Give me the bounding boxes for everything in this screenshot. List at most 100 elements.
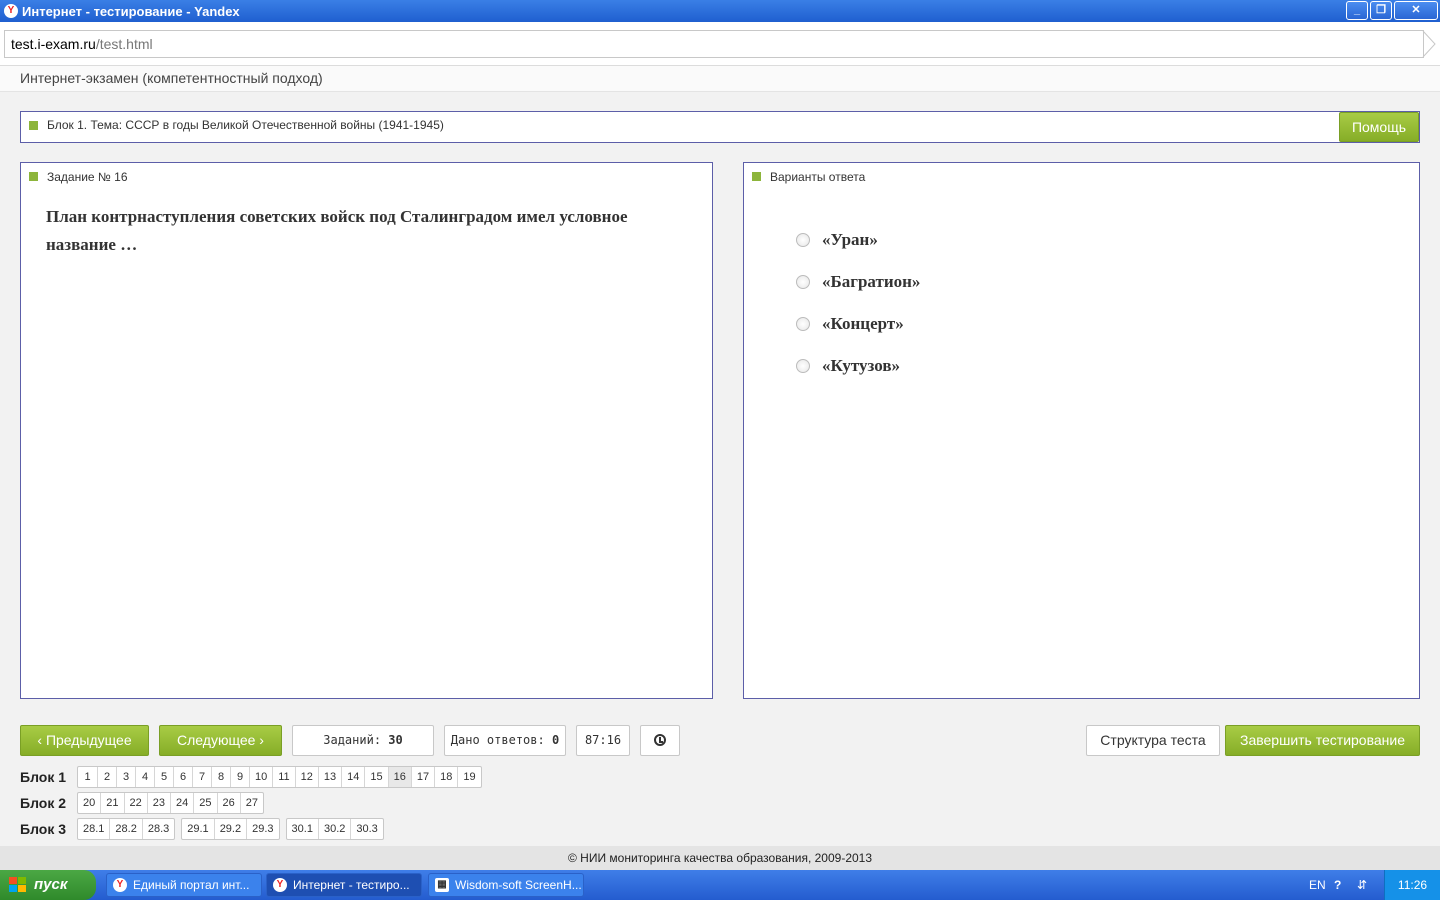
url-host: test.i-exam.ru (11, 36, 96, 52)
task-number-button[interactable]: 14 (341, 767, 364, 787)
previous-button[interactable]: ‹ Предыдущее (20, 725, 149, 756)
url-path: /test.html (95, 36, 153, 52)
task-number-button[interactable]: 10 (249, 767, 272, 787)
task-number-button[interactable]: 29.1 (182, 819, 213, 839)
answer-label[interactable]: «Багратион» (822, 272, 920, 292)
radio-button[interactable] (796, 275, 810, 289)
taskbar-item-label: Wisdom-soft ScreenH... (455, 878, 582, 892)
help-icon[interactable]: ? (1334, 870, 1341, 900)
answers-panel: Варианты ответа «Уран» «Багратион» «Конц… (743, 162, 1420, 699)
task-number-button[interactable]: 6 (173, 767, 192, 787)
task-number-button[interactable]: 30.3 (350, 819, 382, 839)
task-number-button[interactable]: 27 (239, 793, 263, 813)
task-number-button[interactable]: 22 (123, 793, 147, 813)
tray-arrows-icon[interactable]: ⇵ (1357, 870, 1367, 900)
task-number-button[interactable]: 15 (364, 767, 387, 787)
window-title: Интернет - тестирование - Yandex (22, 3, 240, 19)
task-number-button[interactable]: 7 (192, 767, 211, 787)
timer-toggle-button[interactable] (640, 725, 680, 756)
task-number-button[interactable]: 30.2 (317, 819, 350, 839)
radio-button[interactable] (796, 317, 810, 331)
answer-label[interactable]: «Кутузов» (822, 356, 900, 376)
yandex-icon: Y (113, 878, 127, 892)
task-group: 29.1 29.2 29.3 (181, 818, 280, 840)
task-number-button[interactable]: 3 (116, 767, 135, 787)
taskbar-item[interactable]: Y Единый портал инт... (106, 873, 262, 897)
square-bullet-icon (752, 172, 761, 181)
task-number-button[interactable]: 25 (193, 793, 216, 813)
block-row: Блок 3 28.1 28.2 28.3 29.1 29.2 29.3 30.1 30.2 30… (20, 818, 390, 840)
tasks-count: 30 (388, 733, 403, 747)
task-number-button[interactable]: 18 (434, 767, 457, 787)
task-number-button[interactable]: 9 (230, 767, 249, 787)
answers-header: Варианты ответа (770, 170, 866, 184)
task-number-button[interactable]: 28.2 (109, 819, 141, 839)
yandex-icon: Y (4, 4, 18, 18)
tasks-count-box: Заданий: 30 (292, 725, 434, 756)
block-label: Блок 1 (20, 769, 67, 785)
chevron-left-icon: ‹ (37, 732, 46, 748)
task-number-button[interactable]: 28.1 (78, 819, 109, 839)
task-number-button[interactable]: 13 (317, 767, 341, 787)
answered-count: 0 (551, 733, 560, 747)
taskbar-item[interactable]: Y Интернет - тестиро... (266, 873, 422, 897)
task-number-button[interactable]: 5 (154, 767, 173, 787)
answer-option[interactable]: «Кутузов» (796, 345, 920, 387)
radio-button[interactable] (796, 233, 810, 247)
chevron-right-icon: › (255, 732, 264, 748)
answer-option[interactable]: «Багратион» (796, 261, 920, 303)
task-number-button[interactable]: 1 (78, 767, 97, 787)
answer-label[interactable]: «Уран» (822, 230, 878, 250)
answered-label: Дано ответов: (450, 733, 545, 747)
radio-button[interactable] (796, 359, 810, 373)
help-button[interactable]: Помощь (1339, 112, 1419, 142)
task-number-button[interactable]: 8 (211, 767, 230, 787)
minimize-icon[interactable]: _ (1346, 1, 1368, 20)
taskbar-item-label: Интернет - тестиро... (293, 878, 410, 892)
start-button[interactable]: пуск (0, 870, 96, 900)
task-number-button[interactable]: 4 (135, 767, 154, 787)
task-number-button[interactable]: 16 (387, 767, 411, 787)
task-panel: Задание № 16 План контрнаступления совет… (20, 162, 713, 699)
task-number-button[interactable]: 28.3 (141, 819, 174, 839)
footer-copyright: © НИИ мониторинга качества образования, … (0, 846, 1440, 870)
task-number-button[interactable]: 17 (410, 767, 434, 787)
window-titlebar: Y Интернет - тестирование - Yandex _ ❐ ✕ (0, 0, 1440, 22)
test-structure-button[interactable]: Структура теста (1086, 725, 1220, 756)
block-label: Блок 2 (20, 795, 67, 811)
block-row: Блок 2 20 21 22 23 24 25 26 27 (20, 792, 270, 814)
task-number-button[interactable]: 11 (272, 767, 294, 787)
answer-option[interactable]: «Концерт» (796, 303, 920, 345)
close-icon[interactable]: ✕ (1394, 1, 1438, 20)
square-bullet-icon (29, 172, 38, 181)
screenshot-app-icon: ▦ (435, 878, 449, 892)
next-button[interactable]: Следующее › (159, 725, 282, 756)
taskbar-item[interactable]: ▦ Wisdom-soft ScreenH... (428, 873, 584, 897)
task-number-button[interactable]: 12 (294, 767, 318, 787)
timer: 87:16 (576, 725, 630, 756)
task-number-button[interactable]: 30.1 (287, 819, 318, 839)
task-group: 20 21 22 23 24 25 26 27 (77, 792, 264, 814)
answer-option[interactable]: «Уран» (796, 219, 920, 261)
language-indicator[interactable]: EN (1309, 870, 1326, 900)
answer-label[interactable]: «Концерт» (822, 314, 904, 334)
go-arrow-icon[interactable] (1422, 30, 1436, 58)
task-number-button[interactable]: 23 (146, 793, 170, 813)
restore-icon[interactable]: ❐ (1370, 1, 1392, 20)
task-number-button[interactable]: 20 (78, 793, 100, 813)
url-field[interactable]: test.i-exam.ru/test.html (4, 30, 1424, 58)
task-number-button[interactable]: 26 (216, 793, 240, 813)
tasks-label: Заданий: (323, 733, 382, 747)
task-number-button[interactable]: 19 (457, 767, 480, 787)
windows-logo-icon (9, 877, 27, 893)
finish-test-button[interactable]: Завершить тестирование (1225, 725, 1420, 756)
task-number-button[interactable]: 29.3 (246, 819, 278, 839)
task-number-button[interactable]: 24 (170, 793, 193, 813)
task-number-button[interactable]: 21 (100, 793, 123, 813)
page-header: Интернет-экзамен (компетентностный подхо… (0, 66, 1440, 92)
next-label: Следующее (177, 732, 256, 748)
block-label: Блок 3 (20, 821, 67, 837)
previous-label: Предыдущее (45, 732, 132, 748)
task-number-button[interactable]: 29.2 (213, 819, 246, 839)
task-number-button[interactable]: 2 (97, 767, 116, 787)
